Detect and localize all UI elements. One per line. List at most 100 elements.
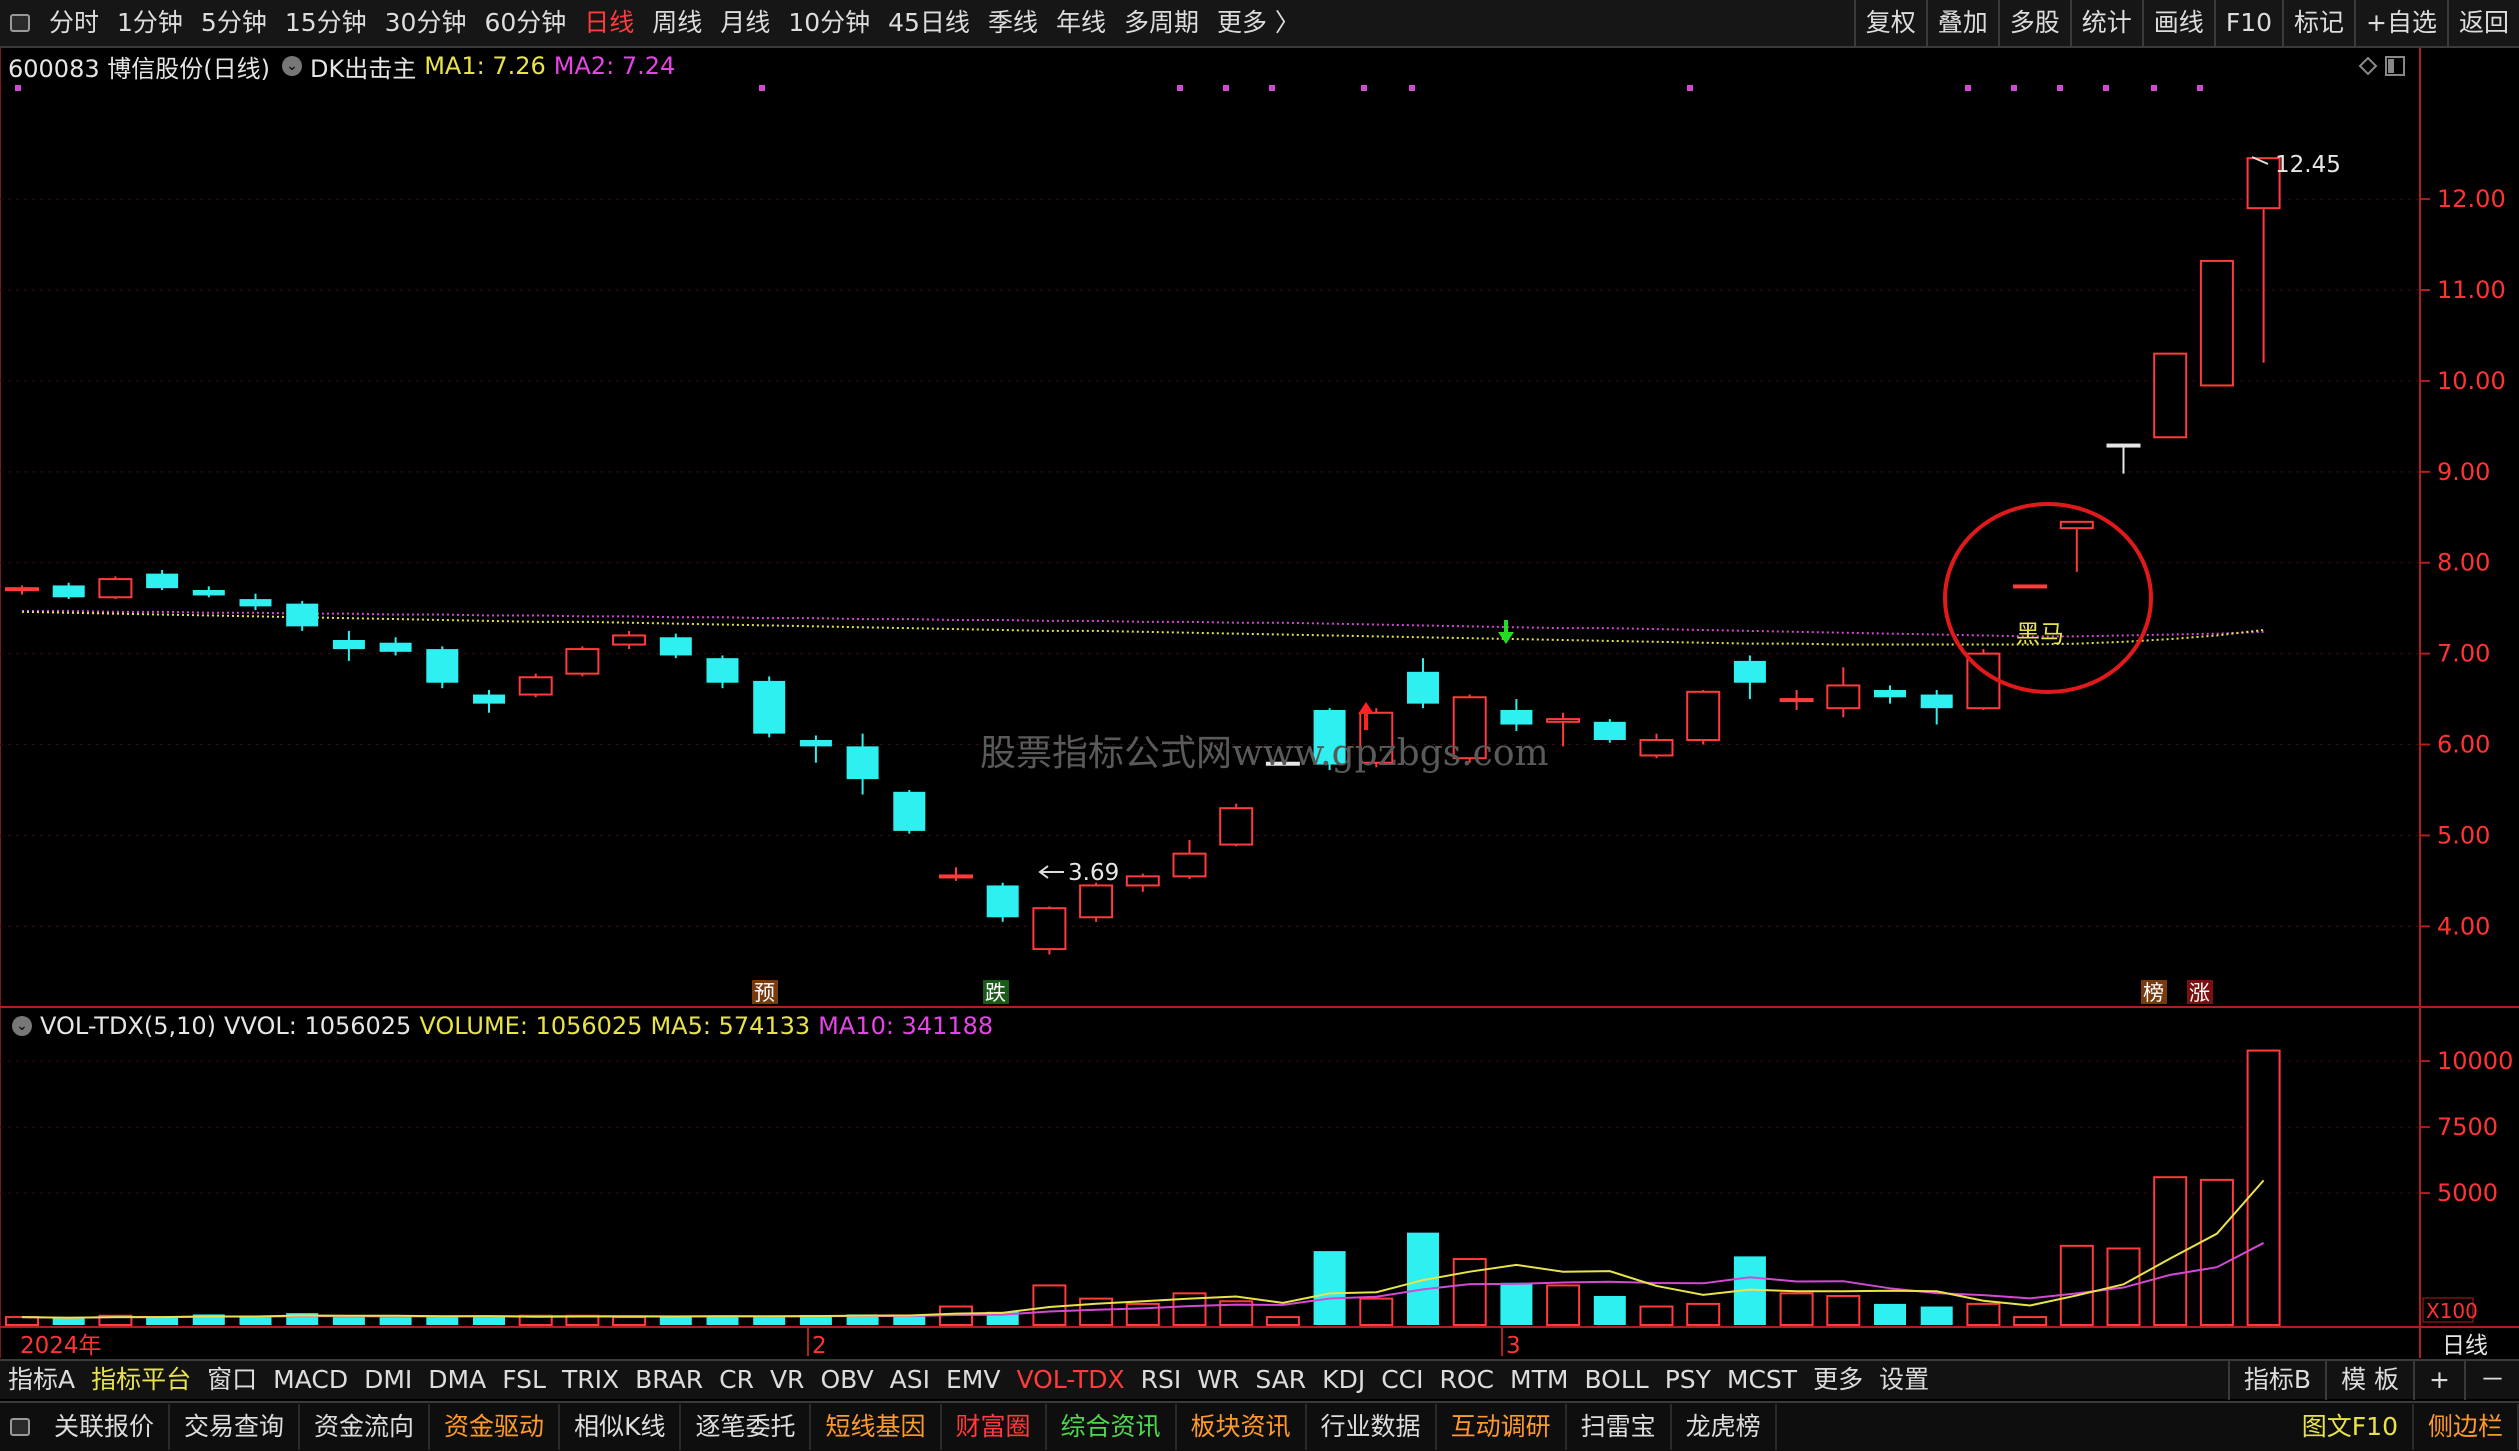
price-tick-label: 4.00 <box>2437 912 2490 940</box>
candle <box>1826 667 1861 718</box>
signal-dot <box>759 85 765 91</box>
svg-text:榜: 榜 <box>2143 981 2164 1005</box>
signal-dot <box>1269 85 1275 91</box>
candle <box>2106 443 2141 474</box>
candle-body <box>1874 690 1906 698</box>
indicator-tab[interactable]: FSL <box>494 1360 554 1400</box>
volume-bar <box>379 1317 412 1325</box>
candle-body <box>286 603 319 627</box>
indicator-tab[interactable]: CR <box>711 1360 762 1400</box>
indicator-tab[interactable]: WR <box>1189 1360 1247 1400</box>
volume-bar <box>1874 1303 1906 1325</box>
indicator-tab[interactable]: VOL-TDX <box>1008 1360 1132 1400</box>
indicator-tab[interactable]: 窗口 <box>199 1360 265 1400</box>
candle-body <box>5 587 39 592</box>
indicator-tab[interactable]: RSI <box>1133 1360 1190 1400</box>
candle <box>799 735 832 763</box>
volume-bar <box>1500 1282 1533 1325</box>
volume-bar <box>1452 1258 1487 1327</box>
indicator-tab[interactable]: OBV <box>812 1360 881 1400</box>
function-menu-icon[interactable] <box>0 1404 40 1450</box>
indicator-tab[interactable]: DMI <box>356 1360 420 1400</box>
volume-bar <box>1313 1251 1346 1325</box>
function-tab[interactable]: 综合资讯 <box>1047 1404 1177 1450</box>
candle-body <box>1079 884 1114 919</box>
indicator-tab[interactable]: BOLL <box>1576 1360 1656 1400</box>
indicator-tool-button[interactable]: + <box>2413 1360 2464 1400</box>
candle <box>5 585 39 595</box>
function-tab[interactable]: 相似K线 <box>560 1404 682 1450</box>
candle <box>2153 352 2188 439</box>
function-tab[interactable]: 短线基因 <box>811 1404 942 1450</box>
indicator-tab[interactable]: PSY <box>1657 1360 1719 1400</box>
moving-average-lines <box>21 609 2264 646</box>
vol-ma5-line <box>21 1179 2265 1319</box>
candle-body <box>2153 352 2188 439</box>
function-tab[interactable]: 扫雷宝 <box>1567 1404 1672 1450</box>
indicator-tab[interactable]: KDJ <box>1314 1360 1373 1400</box>
price-tick-label: 8.00 <box>2437 549 2490 577</box>
indicator-tool-button[interactable]: 模 板 <box>2325 1360 2413 1400</box>
indicator-tab[interactable]: EMV <box>938 1360 1008 1400</box>
indicator-tab[interactable]: ASI <box>882 1360 938 1400</box>
function-tab[interactable]: 资金驱动 <box>430 1404 561 1450</box>
indicator-tab[interactable]: 设置 <box>1871 1360 1937 1400</box>
indicator-tab[interactable]: SAR <box>1247 1360 1314 1400</box>
function-tab[interactable]: 逐笔委托 <box>681 1404 812 1450</box>
candle <box>1546 712 1581 747</box>
highlight-circle <box>1943 502 2153 694</box>
function-tool-button[interactable]: 图文F10 <box>2288 1404 2414 1450</box>
indicator-tab[interactable]: VR <box>762 1360 812 1400</box>
function-tab[interactable]: 财富圈 <box>942 1404 1047 1450</box>
candle <box>1032 906 1067 955</box>
volume-unit: X100 <box>2426 1299 2478 1323</box>
indicator-tab[interactable]: 指标平台 <box>83 1360 199 1400</box>
candle-body <box>1593 721 1626 740</box>
function-tab[interactable]: 互动调研 <box>1437 1404 1567 1450</box>
candle-body <box>52 585 85 598</box>
indicator-tab[interactable]: MCST <box>1719 1360 1805 1400</box>
function-tab[interactable]: 龙虎榜 <box>1672 1404 1777 1450</box>
candle-body <box>706 658 739 683</box>
indicator-tab[interactable]: ROC <box>1432 1360 1503 1400</box>
volume-bar <box>1779 1292 1814 1327</box>
indicator-tool-button[interactable]: 指标B <box>2227 1360 2325 1400</box>
candle-body <box>659 637 692 656</box>
candle <box>239 593 272 610</box>
candle <box>612 630 647 650</box>
volume-bar <box>2013 1316 2048 1327</box>
indicator-tab[interactable]: MACD <box>265 1360 356 1400</box>
volume-bar <box>1826 1294 1861 1326</box>
indicator-tab[interactable]: TRIX <box>554 1360 627 1400</box>
indicator-tab[interactable]: BRAR <box>627 1360 711 1400</box>
indicator-tool-button[interactable]: － <box>2463 1360 2519 1400</box>
kline-chart[interactable]: 12.0011.0010.009.008.007.006.005.004.00 … <box>0 0 2519 1359</box>
high-price-label: 12.45 <box>2275 152 2341 178</box>
function-tab[interactable]: 板块资讯 <box>1177 1404 1307 1450</box>
indicator-tab[interactable]: MTM <box>1502 1360 1576 1400</box>
candle <box>846 733 879 795</box>
function-tab[interactable]: 行业数据 <box>1307 1404 1437 1450</box>
indicator-tab[interactable]: DMA <box>420 1360 494 1400</box>
function-tool-button[interactable]: 侧边栏 <box>2414 1404 2519 1450</box>
indicator-tab[interactable]: CCI <box>1373 1360 1431 1400</box>
function-tab[interactable]: 资金流向 <box>300 1404 431 1450</box>
indicator-tab[interactable]: 指标A <box>0 1360 83 1400</box>
function-tab[interactable]: 关联报价 <box>40 1404 171 1450</box>
indicator-tab[interactable]: 更多 <box>1805 1360 1871 1400</box>
candle <box>52 582 85 600</box>
signal-dot <box>15 85 21 91</box>
signal-dot <box>1687 85 1693 91</box>
signal-dot <box>1361 85 1367 91</box>
signal-dot <box>1409 85 1415 91</box>
candle-body <box>1733 660 1766 683</box>
period-label: 日线 <box>2442 1333 2488 1359</box>
panel-toggle-icon[interactable] <box>2385 56 2405 76</box>
diamond-icon[interactable] <box>2358 56 2378 76</box>
candle <box>1779 690 1814 710</box>
candle-body <box>332 640 365 650</box>
volume-bar <box>239 1317 272 1325</box>
function-tab[interactable]: 交易查询 <box>170 1404 301 1450</box>
price-axis: 12.00 11.00 10.00 9.00 8.00 7.00 6.00 5.00 4.00 <box>2420 185 2506 940</box>
signal-dot <box>1965 85 1971 91</box>
